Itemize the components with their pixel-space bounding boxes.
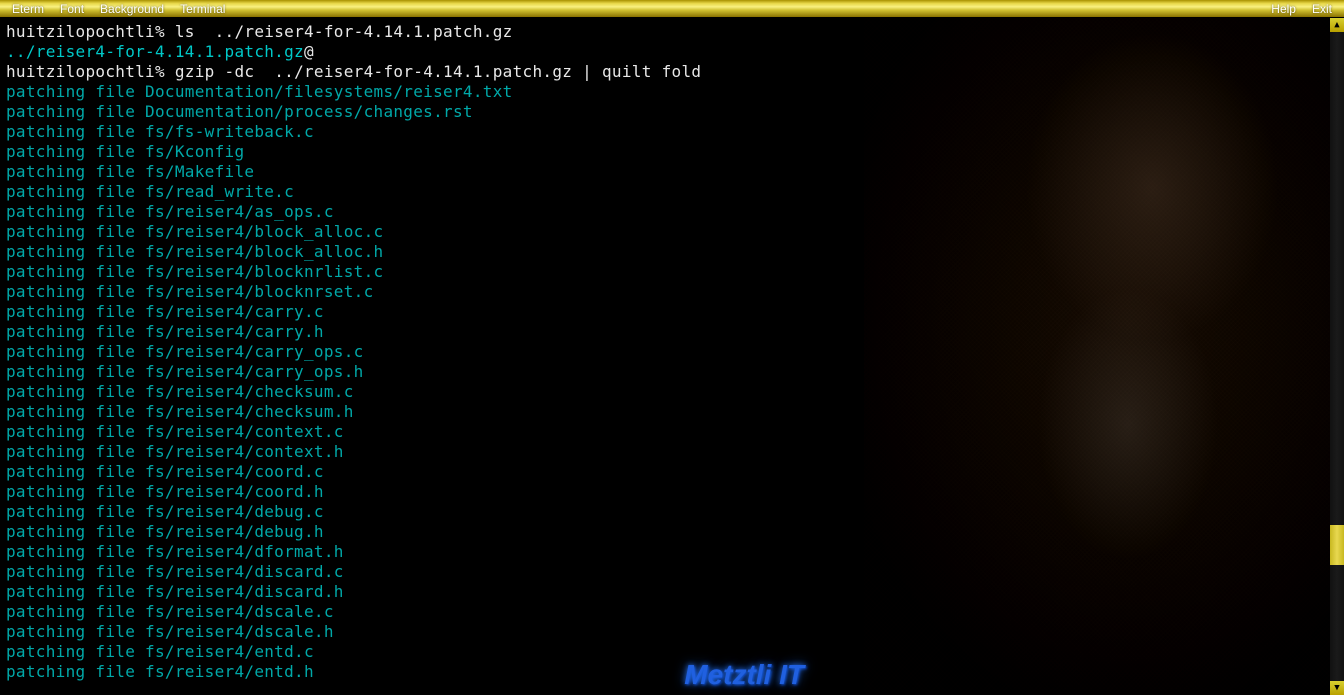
patch-output-line: patching file fs/reiser4/carry_ops.h bbox=[6, 362, 1338, 382]
patch-output-line: patching file fs/reiser4/context.h bbox=[6, 442, 1338, 462]
watermark-logo: Metztli IT bbox=[684, 659, 804, 691]
terminal-line: huitzilopochtli% gzip -dc ../reiser4-for… bbox=[6, 62, 1338, 82]
patch-output-line: patching file Documentation/filesystems/… bbox=[6, 82, 1338, 102]
terminal-area[interactable]: huitzilopochtli% ls ../reiser4-for-4.14.… bbox=[0, 18, 1344, 695]
patch-output-line: patching file fs/reiser4/block_alloc.c bbox=[6, 222, 1338, 242]
shell-prompt: huitzilopochtli% bbox=[6, 22, 165, 41]
patch-output-line: patching file fs/Makefile bbox=[6, 162, 1338, 182]
symlink-indicator: @ bbox=[304, 42, 314, 61]
patch-output-line: patching file fs/reiser4/block_alloc.h bbox=[6, 242, 1338, 262]
patch-output-line: patching file fs/Kconfig bbox=[6, 142, 1338, 162]
patch-output-line: patching file fs/reiser4/entd.c bbox=[6, 642, 1338, 662]
patch-output-line: patching file fs/reiser4/carry.c bbox=[6, 302, 1338, 322]
patch-output-line: patching file fs/reiser4/entd.h bbox=[6, 662, 1338, 682]
patch-output-line: patching file fs/reiser4/dscale.c bbox=[6, 602, 1338, 622]
menu-eterm[interactable]: Eterm bbox=[4, 2, 52, 16]
scroll-up-arrow[interactable]: ▲ bbox=[1330, 18, 1344, 32]
terminal-line: huitzilopochtli% ls ../reiser4-for-4.14.… bbox=[6, 22, 1338, 42]
patch-output-line: patching file fs/reiser4/blocknrset.c bbox=[6, 282, 1338, 302]
patch-output-line: patching file fs/reiser4/carry_ops.c bbox=[6, 342, 1338, 362]
patch-output-line: patching file fs/reiser4/dformat.h bbox=[6, 542, 1338, 562]
patch-output-line: patching file fs/reiser4/as_ops.c bbox=[6, 202, 1338, 222]
menubar-left: Eterm Font Background Terminal bbox=[4, 2, 233, 16]
menu-font[interactable]: Font bbox=[52, 2, 92, 16]
patch-output-line: patching file fs/reiser4/checksum.h bbox=[6, 402, 1338, 422]
patch-output-line: patching file Documentation/process/chan… bbox=[6, 102, 1338, 122]
scroll-thumb[interactable] bbox=[1330, 525, 1344, 565]
shell-prompt: huitzilopochtli% bbox=[6, 62, 165, 81]
menu-help[interactable]: Help bbox=[1263, 2, 1304, 16]
menu-background[interactable]: Background bbox=[92, 2, 172, 16]
patch-output-line: patching file fs/reiser4/blocknrlist.c bbox=[6, 262, 1338, 282]
patch-output-line: patching file fs/reiser4/checksum.c bbox=[6, 382, 1338, 402]
patch-output-line: patching file fs/fs-writeback.c bbox=[6, 122, 1338, 142]
shell-command: ls ../reiser4-for-4.14.1.patch.gz bbox=[165, 22, 513, 41]
patch-output-line: patching file fs/reiser4/debug.c bbox=[6, 502, 1338, 522]
patch-output-line: patching file fs/reiser4/coord.h bbox=[6, 482, 1338, 502]
menu-terminal[interactable]: Terminal bbox=[172, 2, 233, 16]
patch-output-line: patching file fs/reiser4/discard.c bbox=[6, 562, 1338, 582]
menubar: Eterm Font Background Terminal Help Exit bbox=[0, 0, 1344, 18]
terminal-content[interactable]: huitzilopochtli% ls ../reiser4-for-4.14.… bbox=[0, 18, 1344, 682]
shell-command: gzip -dc ../reiser4-for-4.14.1.patch.gz … bbox=[165, 62, 701, 81]
scroll-down-arrow[interactable]: ▼ bbox=[1330, 681, 1344, 695]
menu-exit[interactable]: Exit bbox=[1304, 2, 1340, 16]
patch-output-line: patching file fs/read_write.c bbox=[6, 182, 1338, 202]
terminal-line: ../reiser4-for-4.14.1.patch.gz@ bbox=[6, 42, 1338, 62]
patch-output-line: patching file fs/reiser4/carry.h bbox=[6, 322, 1338, 342]
scrollbar[interactable]: ▲ ▼ bbox=[1330, 18, 1344, 695]
file-link: ../reiser4-for-4.14.1.patch.gz bbox=[6, 42, 304, 61]
patch-output-line: patching file fs/reiser4/discard.h bbox=[6, 582, 1338, 602]
menubar-right: Help Exit bbox=[1263, 2, 1340, 16]
patch-output-line: patching file fs/reiser4/debug.h bbox=[6, 522, 1338, 542]
patch-output-line: patching file fs/reiser4/dscale.h bbox=[6, 622, 1338, 642]
patch-output-line: patching file fs/reiser4/coord.c bbox=[6, 462, 1338, 482]
patch-output-line: patching file fs/reiser4/context.c bbox=[6, 422, 1338, 442]
